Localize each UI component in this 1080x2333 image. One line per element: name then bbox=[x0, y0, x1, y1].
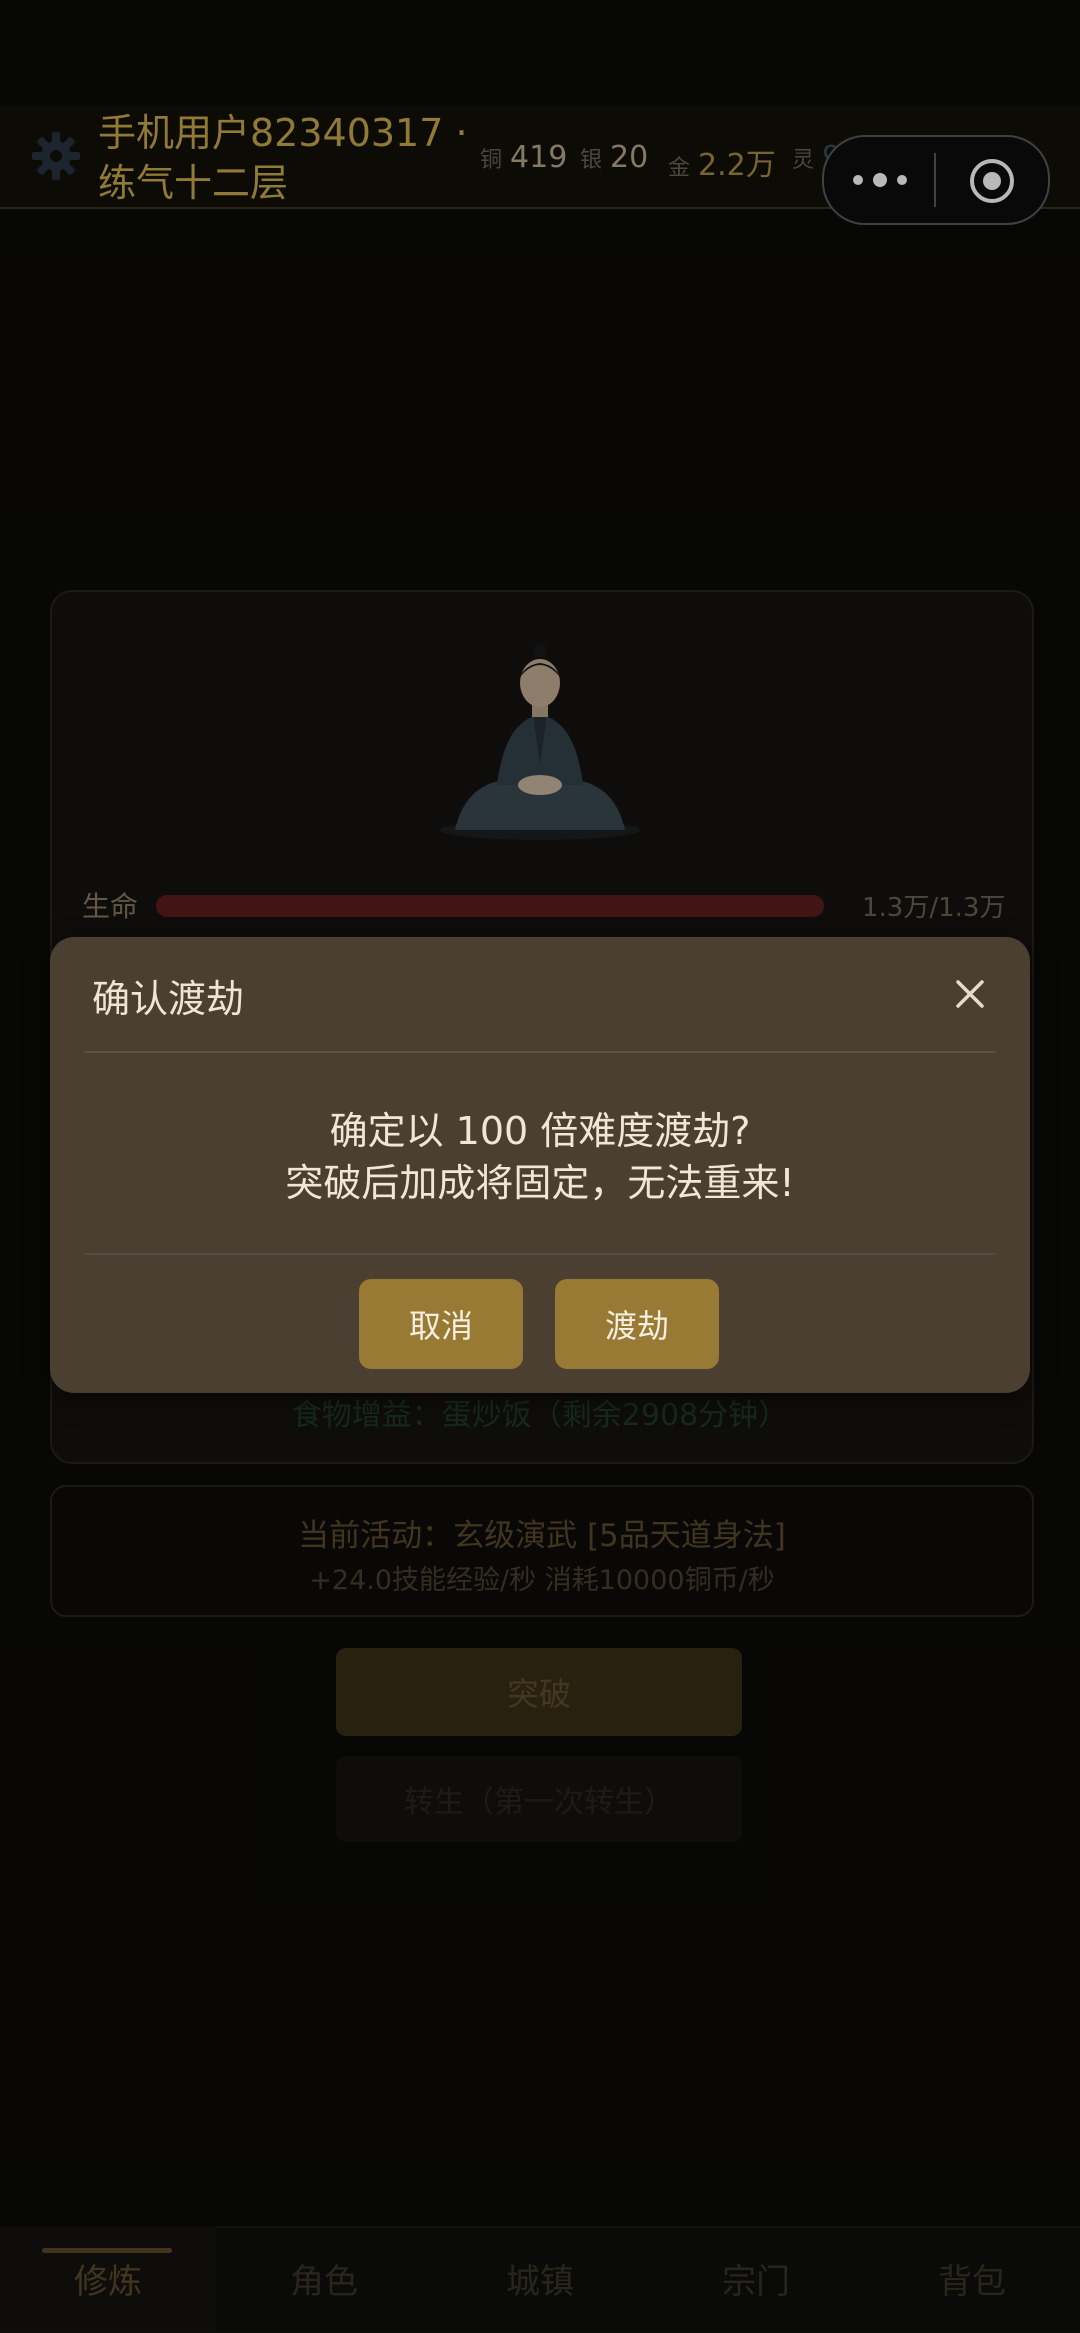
close-icon[interactable] bbox=[950, 974, 990, 1014]
cancel-button[interactable]: 取消 bbox=[359, 1279, 523, 1369]
dialog-message-line2: 突破后加成将固定，无法重来! bbox=[285, 1161, 795, 1205]
dialog-title: 确认渡劫 bbox=[92, 977, 245, 1021]
confirm-tribulation-button[interactable]: 渡劫 bbox=[555, 1279, 719, 1369]
dialog-divider bbox=[84, 1253, 996, 1255]
dialog-divider bbox=[84, 1051, 996, 1053]
dialog-message-line1: 确定以 100 倍难度渡劫? bbox=[329, 1109, 751, 1153]
